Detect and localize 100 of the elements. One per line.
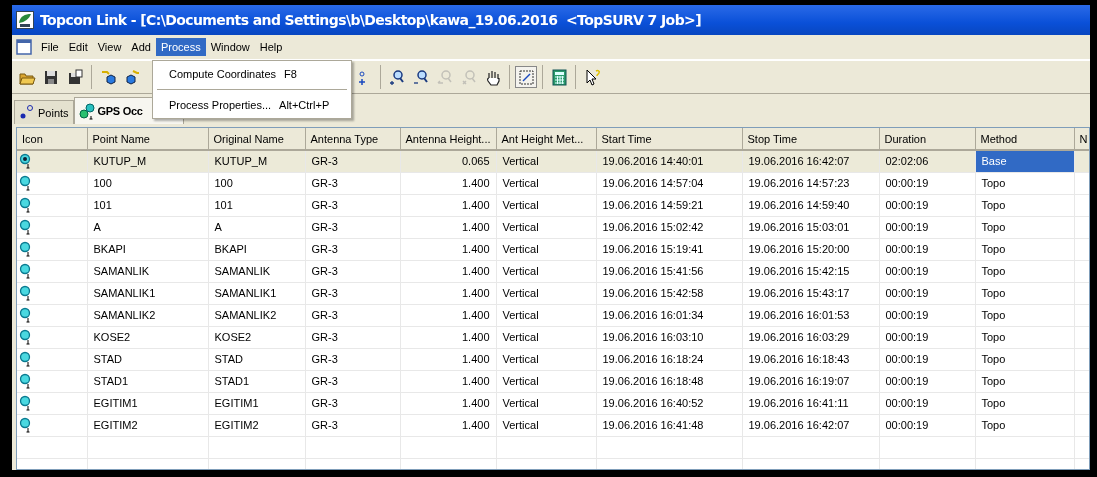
table-cell: 19.06.2016 14:59:40	[742, 194, 879, 216]
table-cell: 19.06.2016 16:18:48	[596, 370, 742, 392]
column-header[interactable]: Method	[975, 128, 1074, 150]
table-row[interactable]: EGITIM1 EGITIM1 GR-3 1.400 Vertical 19.06.2016 16:40:52 19.06.2016 16:41:11 00:00:19 Topo	[17, 392, 1089, 414]
table-cell: 19.06.2016 15:03:01	[742, 216, 879, 238]
table-cell: Vertical	[496, 238, 596, 260]
table-cell: 19.06.2016 16:41:48	[596, 414, 742, 436]
table-cell: 1.400	[400, 260, 496, 282]
table-cell: STAD1	[87, 370, 208, 392]
table-cell: 00:00:19	[879, 304, 975, 326]
table-cell: 19.06.2016 16:01:34	[596, 304, 742, 326]
table-cell: 100	[208, 172, 305, 194]
table-cell: 101	[87, 194, 208, 216]
table-cell: 19.06.2016 16:03:29	[742, 326, 879, 348]
table-cell: 19.06.2016 15:19:41	[596, 238, 742, 260]
table-cell: 19.06.2016 16:01:53	[742, 304, 879, 326]
table-cell: STAD	[87, 348, 208, 370]
column-header[interactable]: Antenna Height...	[400, 128, 496, 150]
menu-item[interactable]: File	[36, 38, 64, 56]
table-cell: 19.06.2016 16:19:07	[742, 370, 879, 392]
column-header[interactable]: Original Name	[208, 128, 305, 150]
tab[interactable]: Points	[14, 100, 74, 124]
table-cell: 00:00:19	[879, 326, 975, 348]
table-cell: 1.400	[400, 216, 496, 238]
table-cell: Topo	[975, 326, 1074, 348]
table-row[interactable]: STAD1 STAD1 GR-3 1.400 Vertical 19.06.2016 16:18:48 19.06.2016 16:19:07 00:00:19 Topo	[17, 370, 1089, 392]
menu-item[interactable]: Add	[126, 38, 156, 56]
table-cell: Vertical	[496, 304, 596, 326]
menu-item[interactable]: Help	[254, 38, 288, 56]
table-cell: Topo	[975, 348, 1074, 370]
table-cell: 19.06.2016 14:40:01	[596, 150, 742, 172]
table-cell: 19.06.2016 14:59:21	[596, 194, 742, 216]
table-cell: GR-3	[305, 414, 400, 436]
table-cell: 00:00:19	[879, 172, 975, 194]
column-header[interactable]: Start Time	[596, 128, 742, 150]
column-header[interactable]: Icon	[17, 128, 87, 150]
table-cell: 02:02:06	[879, 150, 975, 172]
table-cell: 19.06.2016 16:42:07	[742, 150, 879, 172]
table-row[interactable]: SAMANLIK1 SAMANLIK1 GR-3 1.400 Vertical 19.06.2016 15:42:58 19.06.2016 15:43:17 00:00:19 Topo	[17, 282, 1089, 304]
column-header[interactable]: Point Name	[87, 128, 208, 150]
column-header[interactable]: Duration	[879, 128, 975, 150]
table-cell: 1.400	[400, 238, 496, 260]
table-cell: 00:00:19	[879, 216, 975, 238]
document-icon	[16, 39, 32, 55]
table-cell: SAMANLIK2	[87, 304, 208, 326]
table-cell: EGITIM1	[87, 392, 208, 414]
table-row[interactable]: BKAPI BKAPI GR-3 1.400 Vertical 19.06.2016 15:19:41 19.06.2016 15:20:00 00:00:19 Topo	[17, 238, 1089, 260]
table-cell: SAMANLIK1	[87, 282, 208, 304]
table-cell: KUTUP_M	[87, 150, 208, 172]
table-cell: SAMANLIK	[208, 260, 305, 282]
table-cell: 0.065	[400, 150, 496, 172]
table-cell: Vertical	[496, 392, 596, 414]
table-cell: Vertical	[496, 326, 596, 348]
column-header[interactable]: Ant Height Met...	[496, 128, 596, 150]
table-row[interactable]: 101 101 GR-3 1.400 Vertical 19.06.2016 14:59:21 19.06.2016 14:59:40 00:00:19 Topo	[17, 194, 1089, 216]
menu-item[interactable]: Window	[205, 38, 255, 56]
table-cell: 1.400	[400, 282, 496, 304]
menu-item[interactable]: View	[92, 38, 127, 56]
table-cell: 19.06.2016 16:18:24	[596, 348, 742, 370]
table-cell: 19.06.2016 15:02:42	[596, 216, 742, 238]
table-cell: 00:00:19	[879, 370, 975, 392]
table-cell: STAD1	[208, 370, 305, 392]
menu-item[interactable]: Edit	[63, 38, 93, 56]
table-cell: 00:00:19	[879, 282, 975, 304]
table-cell: KOSE2	[208, 326, 305, 348]
table-cell: 1.400	[400, 304, 496, 326]
table-row[interactable]: A A GR-3 1.400 Vertical 19.06.2016 15:02:42 19.06.2016 15:03:01 00:00:19 Topo	[17, 216, 1089, 238]
table-cell: 19.06.2016 15:42:58	[596, 282, 742, 304]
table-row[interactable]: SAMANLIK SAMANLIK GR-3 1.400 Vertical 19.06.2016 15:41:56 19.06.2016 15:42:15 00:00:19 Topo	[17, 260, 1089, 282]
table-cell: Vertical	[496, 348, 596, 370]
table-cell: 19.06.2016 15:42:15	[742, 260, 879, 282]
table-cell: 1.400	[400, 172, 496, 194]
table-cell: GR-3	[305, 150, 400, 172]
table-cell: Vertical	[496, 414, 596, 436]
table-row[interactable]: EGITIM2 EGITIM2 GR-3 1.400 Vertical 19.06.2016 16:41:48 19.06.2016 16:42:07 00:00:19 Topo	[17, 414, 1089, 436]
selection-icon[interactable]	[515, 66, 537, 88]
table-cell: 19.06.2016 15:41:56	[596, 260, 742, 282]
table-cell: EGITIM2	[87, 414, 208, 436]
table-row[interactable]: 100 100 GR-3 1.400 Vertical 19.06.2016 14:57:04 19.06.2016 14:57:23 00:00:19 Topo	[17, 172, 1089, 194]
table-cell: A	[208, 216, 305, 238]
column-header[interactable]: Antenna Type	[305, 128, 400, 150]
table-cell: BKAPI	[87, 238, 208, 260]
table-row[interactable]: KOSE2 KOSE2 GR-3 1.400 Vertical 19.06.2016 16:03:10 19.06.2016 16:03:29 00:00:19 Topo	[17, 326, 1089, 348]
column-header[interactable]: Stop Time	[742, 128, 879, 150]
menu-entry[interactable]: Compute Coordinates F8	[153, 63, 351, 85]
table-cell: GR-3	[305, 282, 400, 304]
table-row[interactable]: KUTUP_M KUTUP_M GR-3 0.065 Vertical 19.06.2016 14:40:01 19.06.2016 16:42:07 02:02:06 Base	[17, 150, 1089, 172]
table-cell: BKAPI	[208, 238, 305, 260]
menu-item[interactable]: Process	[155, 38, 206, 56]
table-cell: 1.400	[400, 414, 496, 436]
table-cell: Vertical	[496, 172, 596, 194]
table-cell: Topo	[975, 194, 1074, 216]
table-cell: GR-3	[305, 260, 400, 282]
table-row[interactable]: STAD STAD GR-3 1.400 Vertical 19.06.2016 16:18:24 19.06.2016 16:18:43 00:00:19 Topo	[17, 348, 1089, 370]
table-cell: Vertical	[496, 260, 596, 282]
table-cell: Topo	[975, 392, 1074, 414]
table-cell: GR-3	[305, 304, 400, 326]
table-cell: Topo	[975, 282, 1074, 304]
table-row[interactable]: SAMANLIK2 SAMANLIK2 GR-3 1.400 Vertical 19.06.2016 16:01:34 19.06.2016 16:01:53 00:00:19 Topo	[17, 304, 1089, 326]
table-cell: STAD	[208, 348, 305, 370]
